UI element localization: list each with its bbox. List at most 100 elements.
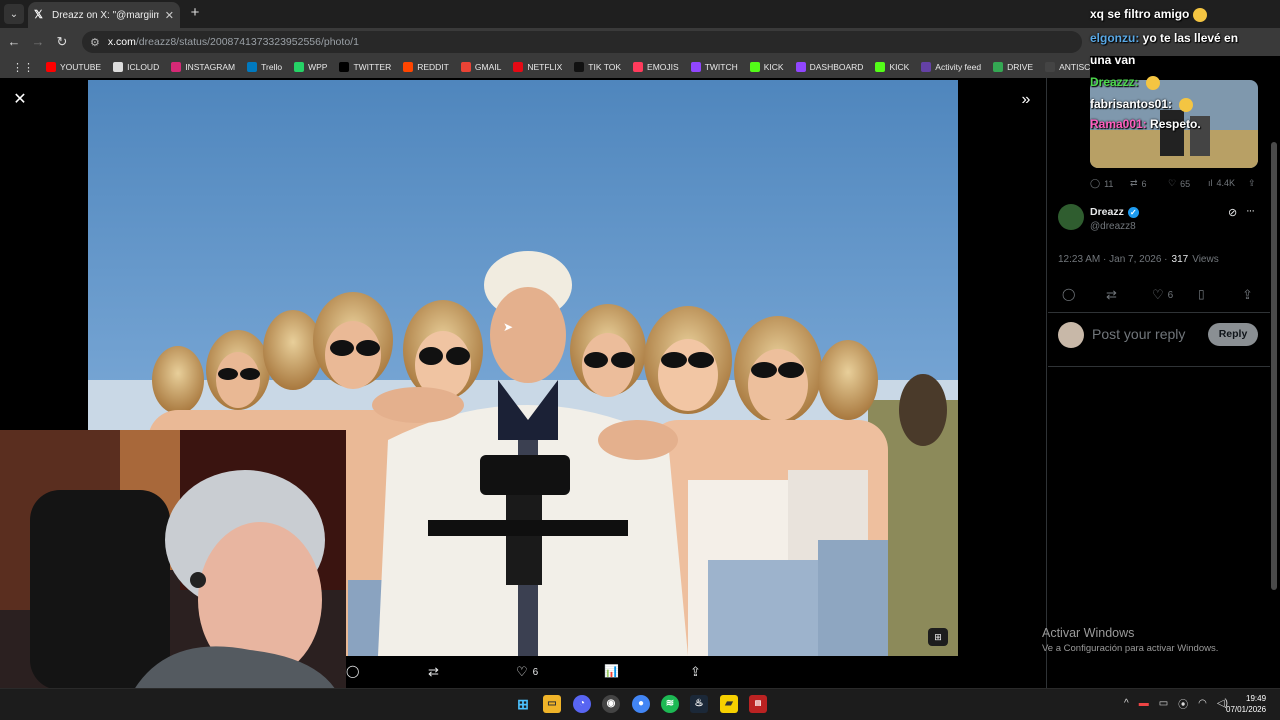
prev-views-stat[interactable]: ıl 4.4K xyxy=(1208,178,1235,188)
more-options-icon[interactable]: ··· xyxy=(1246,205,1255,217)
bookmark-kick[interactable]: KICK xyxy=(744,62,790,72)
obs-icon[interactable]: ◉ xyxy=(602,695,620,713)
avatar[interactable] xyxy=(1058,204,1084,230)
bookmark-label: REDDIT xyxy=(417,62,449,72)
new-tab-button[interactable]: + xyxy=(186,4,204,22)
author-handle[interactable]: @dreazz8 xyxy=(1090,221,1136,232)
bookmark-button[interactable]: ▯ xyxy=(1198,287,1205,301)
bookmark-youtube[interactable]: YOUTUBE xyxy=(40,62,107,72)
url-host: x.com xyxy=(107,36,136,48)
windows-activation-title: Activar Windows xyxy=(1042,626,1135,640)
start-menu-icon[interactable]: ⊞ xyxy=(514,695,532,713)
reply-button[interactable]: ◯ xyxy=(1062,287,1075,301)
heart-icon: ♡ xyxy=(516,664,528,679)
bookmark-label: KICK xyxy=(889,62,910,72)
chevron-up-icon[interactable]: ^ xyxy=(1124,698,1129,709)
discord-icon[interactable]: ◔ xyxy=(573,695,591,713)
cloud-icon xyxy=(113,62,124,72)
chat-username: elgonzu: xyxy=(1090,31,1140,45)
views-icon: ıl xyxy=(1208,178,1213,188)
like-button[interactable]: ♡ 6 xyxy=(1152,287,1173,303)
taskbar-clock[interactable]: 19:49 07/01/2026 xyxy=(1226,693,1266,715)
prev-share-icon[interactable]: ⇪ xyxy=(1248,178,1256,189)
repost-icon[interactable]: ⇄ xyxy=(428,664,439,680)
url-path: /dreazz8/status/2008741373323952556/phot… xyxy=(135,36,359,48)
netflix-icon xyxy=(513,62,524,72)
bookmark-label: Trello xyxy=(261,62,283,72)
prev-like-stat[interactable]: ♡ 65 xyxy=(1168,178,1190,189)
chrome-icon[interactable]: ● xyxy=(632,695,650,713)
author-name-row[interactable]: Dreazz ✓ xyxy=(1090,206,1139,218)
windows-activation-subtitle: Ve a Configuración para activar Windows. xyxy=(1042,643,1219,654)
wifi-icon[interactable]: ◠ xyxy=(1198,698,1207,709)
tab-title: Dreazz on X: "@margiim_https: xyxy=(52,9,159,21)
bookmark-antiscuff[interactable]: ANTISCUFF xyxy=(1039,62,1090,72)
close-icon[interactable]: ✕ xyxy=(12,92,28,108)
photo-options-icon[interactable]: ⊞ xyxy=(928,628,948,646)
stream-chat-overlay: xq se filtro amigo elgonzu: yo te las lle… xyxy=(1086,0,1280,140)
chat-username: Dreazzz: xyxy=(1090,75,1139,89)
reddit-icon xyxy=(403,62,414,72)
share-icon[interactable]: ⇪ xyxy=(690,664,701,680)
file-explorer-icon[interactable]: ▭ xyxy=(543,695,561,713)
bookmark-reddit[interactable]: REDDIT xyxy=(397,62,455,72)
bookmark-drive[interactable]: DRIVE xyxy=(987,62,1039,72)
photo-like-count: 6 xyxy=(532,666,539,678)
bookmark-activity-feed[interactable]: Activity feed xyxy=(915,62,987,72)
apps-grid-icon[interactable]: ⋮⋮ xyxy=(6,61,40,74)
grok-icon[interactable]: ⊘ xyxy=(1228,206,1237,219)
whatsapp-icon xyxy=(294,62,305,72)
bookmark-label: GMAIL xyxy=(474,62,502,72)
tiktok-icon xyxy=(574,62,585,72)
share-button[interactable]: ⇪ xyxy=(1242,287,1253,303)
bookmark-twitch[interactable]: TWITCH xyxy=(685,62,744,72)
expand-sidebar-icon[interactable]: » xyxy=(1018,92,1034,108)
sticky-notes-icon[interactable]: ▰ xyxy=(720,695,738,713)
repost-button[interactable]: ⇄ xyxy=(1106,287,1117,303)
close-tab-icon[interactable]: ✕ xyxy=(165,9,174,22)
emote-icon xyxy=(1179,97,1194,112)
tweet-timestamp[interactable]: 12:23 AM · Jan 7, 2026 · xyxy=(1058,254,1168,265)
app-icon[interactable]: ▤ xyxy=(749,695,767,713)
prev-repost-stat[interactable]: ⇄ 6 xyxy=(1130,178,1147,189)
bookmark-label: TWITCH xyxy=(704,62,738,72)
steam-icon[interactable]: ♨ xyxy=(690,695,708,713)
bookmark-wpp[interactable]: WPP xyxy=(288,62,333,72)
chat-message: fabrisantos01: xyxy=(1090,94,1194,115)
views-icon[interactable]: 📊 xyxy=(604,664,619,678)
bookmark-tik-tok[interactable]: TIK TOK xyxy=(568,62,627,72)
reply-icon[interactable]: ◯ xyxy=(346,664,359,678)
browser-tab[interactable]: 𝕏 Dreazz on X: "@margiim_https: ✕ xyxy=(28,2,180,28)
chat-message: una van xyxy=(1090,50,1135,71)
bookmark-netflix[interactable]: NETFLIX xyxy=(507,62,568,72)
bookmark-twitter[interactable]: TWITTER xyxy=(333,62,397,72)
bookmark-instagram[interactable]: INSTAGRAM xyxy=(165,62,241,72)
photo-like-button[interactable]: ♡ 6 xyxy=(516,664,538,680)
bookmark-kick[interactable]: KICK xyxy=(869,62,915,72)
tab-search-button[interactable]: ⌄ xyxy=(4,4,24,24)
bookmark-icloud[interactable]: ICLOUD xyxy=(107,62,165,72)
flag-icon[interactable]: ▬ xyxy=(1139,698,1149,709)
address-bar[interactable]: ⚙ x.com/dreazz8/status/20087413733239525… xyxy=(82,31,1082,53)
sidebar-scrollbar[interactable] xyxy=(1271,142,1277,590)
prev-reply-stat[interactable]: ◯ 11 xyxy=(1090,178,1113,189)
network-icon[interactable]: ▭ xyxy=(1159,698,1168,709)
forward-button[interactable]: → xyxy=(30,34,46,50)
microphone-icon[interactable]: ⦿ xyxy=(1178,696,1188,711)
emoji-icon xyxy=(633,62,644,72)
bookmark-label: WPP xyxy=(308,62,328,72)
bookmark-dashboard[interactable]: DASHBOARD xyxy=(790,62,870,72)
reply-submit-button[interactable]: Reply xyxy=(1208,323,1258,346)
repost-icon: ⇄ xyxy=(1130,178,1138,188)
reload-button[interactable]: ↻ xyxy=(54,34,70,50)
reply-input[interactable]: Post your reply xyxy=(1092,326,1185,342)
back-button[interactable]: ← xyxy=(6,34,22,50)
bookmark-gmail[interactable]: GMAIL xyxy=(455,62,507,72)
bookmark-emojis[interactable]: EMOJIS xyxy=(627,62,685,72)
twitch-icon xyxy=(690,62,701,72)
bookmark-label: YOUTUBE xyxy=(60,62,102,72)
verified-badge-icon: ✓ xyxy=(1127,206,1139,218)
spotify-icon[interactable]: ≋ xyxy=(661,695,679,713)
site-info-icon[interactable]: ⚙ xyxy=(90,36,100,49)
bookmark-trello[interactable]: Trello xyxy=(241,62,288,72)
